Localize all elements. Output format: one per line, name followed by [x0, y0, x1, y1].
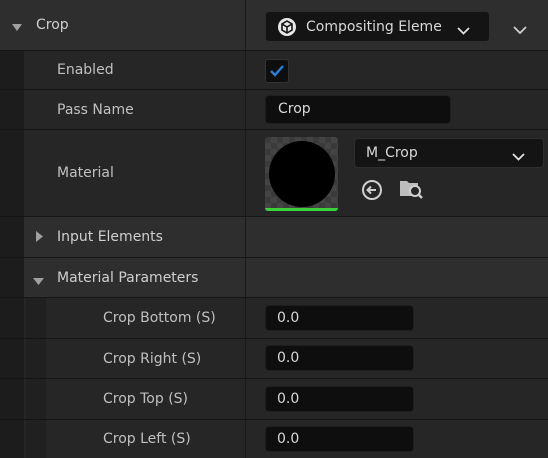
- param-row-crop-left: Crop Left (S) 0.0: [0, 420, 548, 458]
- material-asset-value: M_Crop: [366, 145, 418, 161]
- crop-section-header[interactable]: Crop Compositing Eleme: [0, 0, 548, 50]
- property-row-material: Material M_Crop: [0, 130, 548, 216]
- indent-gutter: [0, 51, 24, 89]
- column-divider: [245, 51, 246, 89]
- crop-section-title: Crop: [36, 17, 69, 33]
- column-divider: [245, 258, 246, 297]
- material-thumbnail[interactable]: [265, 137, 338, 211]
- material-parameters-category[interactable]: Material Parameters: [0, 258, 548, 297]
- enabled-checkbox[interactable]: [265, 59, 289, 83]
- material-preview-sphere: [269, 141, 335, 207]
- param-label: Crop Left (S): [103, 431, 191, 447]
- material-label: Material: [57, 165, 114, 181]
- cube-icon: [277, 17, 297, 37]
- param-row-crop-right: Crop Right (S) 0.0: [0, 339, 548, 378]
- compositing-element-type-dropdown[interactable]: Compositing Eleme: [265, 11, 490, 42]
- material-asset-dropdown[interactable]: M_Crop: [354, 138, 544, 168]
- pass-name-label: Pass Name: [57, 101, 134, 118]
- thumbnail-underline: [265, 208, 338, 211]
- property-row-pass-name: Pass Name Crop: [0, 90, 548, 129]
- material-parameters-label: Material Parameters: [57, 269, 199, 286]
- chevron-down-icon: [457, 23, 470, 39]
- enabled-label: Enabled: [57, 62, 114, 78]
- param-value-input[interactable]: 0.0: [265, 426, 414, 452]
- column-divider: [245, 379, 246, 419]
- param-value-input[interactable]: 0.0: [265, 386, 414, 412]
- param-row-crop-bottom: Crop Bottom (S) 0.0: [0, 298, 548, 338]
- indent-gutter: [26, 379, 46, 419]
- column-divider: [245, 339, 246, 378]
- column-divider: [245, 217, 246, 257]
- chevron-right-icon[interactable]: [35, 230, 44, 247]
- indent-gutter: [26, 298, 46, 338]
- indent-gutter: [0, 258, 24, 297]
- indent-gutter: [0, 420, 24, 458]
- expand-options-chevron-icon[interactable]: [513, 22, 527, 38]
- indent-gutter: [0, 379, 24, 419]
- param-label: Crop Bottom (S): [103, 310, 216, 326]
- checkmark-icon: [270, 65, 284, 77]
- chevron-down-icon[interactable]: [11, 20, 23, 36]
- param-value-input[interactable]: 0.0: [265, 305, 414, 331]
- input-elements-label: Input Elements: [57, 229, 163, 245]
- folder-search-icon[interactable]: [398, 177, 424, 201]
- indent-gutter: [0, 217, 24, 257]
- column-divider: [245, 0, 246, 50]
- indent-gutter: [26, 420, 46, 458]
- input-elements-category[interactable]: Input Elements: [0, 217, 548, 257]
- indent-gutter: [0, 339, 24, 378]
- indent-gutter: [0, 130, 24, 216]
- property-row-enabled: Enabled: [0, 51, 548, 89]
- param-row-crop-top: Crop Top (S) 0.0: [0, 379, 548, 419]
- chevron-down-icon: [512, 149, 525, 165]
- column-divider: [245, 298, 246, 338]
- pass-name-input[interactable]: Crop: [265, 95, 451, 124]
- indent-gutter: [26, 339, 46, 378]
- chevron-down-icon[interactable]: [32, 274, 45, 290]
- param-label: Crop Top (S): [103, 391, 189, 407]
- param-value-input[interactable]: 0.0: [265, 345, 414, 371]
- column-divider: [245, 130, 246, 216]
- column-divider: [245, 90, 246, 129]
- arrow-left-circle-icon[interactable]: [360, 178, 384, 202]
- param-label: Crop Right (S): [103, 350, 202, 367]
- column-divider: [245, 420, 246, 458]
- indent-gutter: [0, 298, 24, 338]
- indent-gutter: [0, 90, 24, 129]
- dropdown-value: Compositing Eleme: [306, 18, 442, 35]
